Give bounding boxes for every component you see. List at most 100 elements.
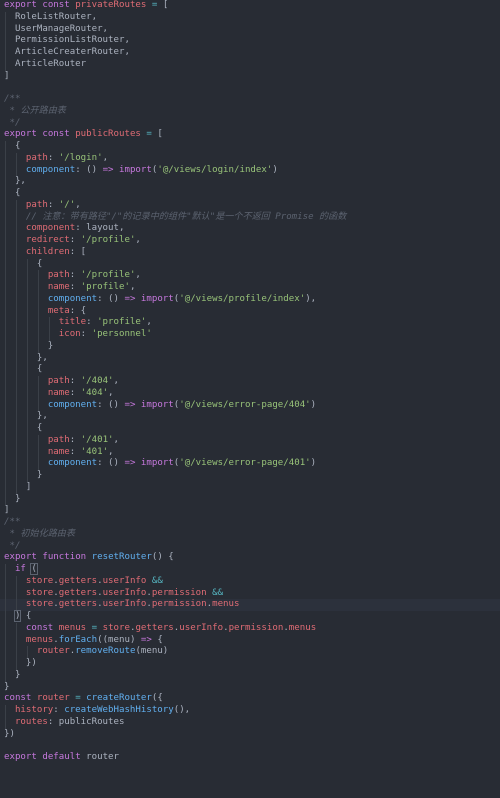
indent-guide [38, 399, 39, 412]
code-line[interactable]: title: 'profile', [0, 317, 500, 329]
code-line[interactable]: component: () => import('@/views/login/i… [0, 164, 500, 177]
code-token: /** [4, 517, 21, 527]
code-line[interactable]: component: () => import('@/views/profile… [0, 293, 500, 306]
code-line[interactable]: router.removeRoute(menu) [0, 646, 500, 658]
code-line[interactable]: icon: 'personnel' [0, 329, 500, 341]
code-line[interactable]: path: '/', [0, 199, 500, 212]
indent-guide [27, 423, 28, 435]
code-line[interactable]: component: () => import('@/views/error-p… [0, 399, 500, 412]
code-line[interactable]: name: '401', [0, 446, 500, 459]
code-line[interactable]: export const publicRoutes = [ [0, 129, 500, 141]
code-line[interactable]: /** [0, 517, 500, 529]
code-line[interactable]: path: '/401', [0, 434, 500, 447]
code-token: [ [151, 129, 163, 140]
code-line[interactable]: name: '404', [0, 387, 500, 400]
code-line[interactable]: { [0, 188, 500, 200]
code-line[interactable]: const router = createRouter({ [0, 693, 500, 705]
code-line[interactable]: export function resetRouter() { [0, 552, 500, 564]
code-line[interactable]: const menus = store.getters.userInfo.per… [0, 622, 500, 635]
code-line[interactable]: { [0, 364, 500, 376]
code-line[interactable]: children: [ [0, 246, 500, 259]
indent-guide [27, 446, 28, 459]
code-line[interactable]: }, [0, 352, 500, 365]
code-line[interactable]: history: createWebHashHistory(), [0, 705, 500, 717]
code-line[interactable]: * 公开路由表 [0, 106, 500, 118]
code-token: router [36, 646, 70, 657]
code-line[interactable]: */ [0, 118, 500, 130]
code-token: && [212, 587, 224, 598]
code-line[interactable]: meta: { [0, 305, 500, 318]
code-token: const [42, 129, 70, 140]
code-token: : publicRoutes [47, 716, 125, 727]
code-line[interactable]: export const privateRoutes = [ [0, 0, 500, 12]
code-line[interactable] [0, 82, 500, 94]
code-line[interactable]: PermissionListRouter, [0, 35, 500, 47]
code-line[interactable]: } [0, 493, 500, 506]
indent-guide [5, 634, 6, 647]
code-token: path [47, 270, 70, 281]
code-line[interactable]: UserManageRouter, [0, 23, 500, 36]
code-token: store [102, 622, 130, 633]
indent-guide [5, 282, 6, 294]
code-line[interactable]: * 初始化路由表 [0, 529, 500, 541]
indent-guide [16, 305, 17, 318]
code-line[interactable]: ] [0, 505, 500, 517]
code-line[interactable]: ] [0, 71, 500, 83]
code-line[interactable]: }) [0, 658, 500, 670]
code-line[interactable]: path: '/profile', [0, 270, 500, 282]
code-line[interactable]: }, [0, 411, 500, 423]
code-token: } [4, 681, 10, 692]
code-line[interactable]: ] [0, 481, 500, 494]
code-line[interactable]: ) { [0, 610, 500, 623]
code-line[interactable]: store.getters.userInfo && [0, 575, 500, 588]
code-token: component [25, 223, 76, 234]
code-line[interactable]: menus.forEach((menu) => { [0, 634, 500, 647]
code-line[interactable]: ArticleCreaterRouter, [0, 47, 500, 59]
indent-guide [5, 23, 6, 36]
code-line[interactable]: } [0, 470, 500, 482]
indent-guide [16, 246, 17, 259]
code-line[interactable]: ArticleRouter [0, 58, 500, 71]
code-line[interactable]: store.getters.userInfo.permission && [0, 587, 500, 600]
code-token: : layout, [75, 223, 125, 234]
code-line[interactable]: } [0, 669, 500, 682]
code-line[interactable]: { [0, 258, 500, 271]
code-line[interactable]: component: () => import('@/views/error-p… [0, 458, 500, 470]
indent-guide [5, 481, 6, 494]
code-line[interactable]: store.getters.userInfo.permission.menus [0, 599, 500, 611]
code-line[interactable]: redirect: '/profile', [0, 235, 500, 247]
code-line[interactable]: component: layout, [0, 223, 500, 235]
code-token: menus [58, 622, 87, 633]
code-line[interactable] [0, 740, 500, 752]
code-line[interactable]: routes: publicRoutes [0, 716, 500, 729]
code-token: : [ [69, 246, 87, 257]
code-line[interactable]: export default router [0, 752, 500, 764]
code-line[interactable]: } [0, 340, 500, 353]
code-line[interactable]: // 注意：带有路径"/"的记录中的组件"默认"是一个不返回 Promise 的… [0, 211, 500, 224]
code-line[interactable]: { [0, 423, 500, 435]
code-line[interactable]: { [0, 141, 500, 153]
code-line[interactable]: */ [0, 541, 500, 553]
indent-guide [5, 176, 6, 188]
indent-guide [16, 258, 17, 271]
indent-guide [5, 329, 6, 341]
code-line[interactable]: path: '/login', [0, 152, 500, 165]
code-line[interactable]: if ( [0, 563, 500, 576]
code-token: /** [4, 94, 21, 104]
code-token: name [47, 282, 70, 292]
code-line[interactable]: /** [0, 94, 500, 106]
indent-guide [5, 35, 6, 47]
code-editor[interactable]: export const privateRoutes = [ RoleListR… [0, 0, 500, 798]
code-line[interactable]: name: 'profile', [0, 282, 500, 294]
code-token: ) [272, 164, 278, 175]
code-line[interactable]: }) [0, 729, 500, 741]
code-token: , [113, 434, 120, 445]
code-line[interactable]: RoleListRouter, [0, 11, 500, 24]
code-line[interactable]: path: '/404', [0, 376, 500, 388]
code-line[interactable]: } [0, 682, 500, 694]
code-token: ((menu) [97, 634, 141, 645]
indent-guide [16, 658, 17, 670]
code-line[interactable]: }, [0, 176, 500, 188]
